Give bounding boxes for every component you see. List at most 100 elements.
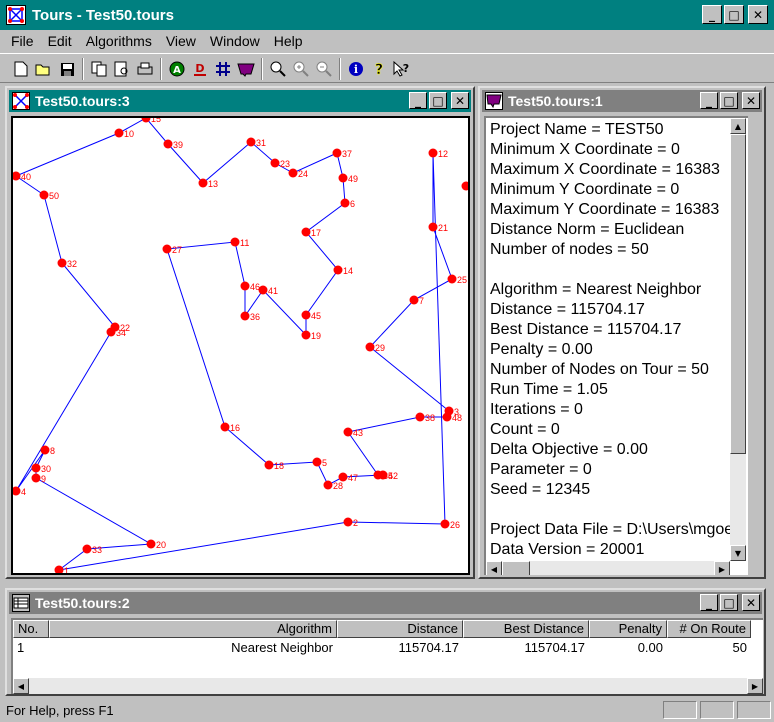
menu-help[interactable]: Help (267, 33, 310, 49)
plot-window-icon[interactable] (12, 92, 30, 110)
menu-algorithms[interactable]: Algorithms (79, 33, 159, 49)
print-icon[interactable] (134, 58, 156, 80)
plot-window[interactable]: Test50.tours:3 _ □ ✕ 1 2 3 4 5 6 7 8 9 10 11 12 13 14… (5, 86, 475, 579)
status-panel-1 (663, 701, 697, 719)
menu-help-label: Help (273, 33, 303, 49)
results-window-title-bar[interactable]: Test50.tours:2 _ □ ✕ (9, 592, 762, 614)
results-table[interactable]: No. Algorithm Distance Best Distance Pen… (11, 618, 763, 694)
svg-text:?: ? (375, 62, 383, 77)
zoom-out-icon[interactable] (313, 58, 335, 80)
tour-node-label: 2 (353, 518, 358, 528)
column-header-distance[interactable]: Distance (337, 620, 463, 638)
results-maximize-button[interactable]: □ (720, 594, 738, 611)
info-text-area[interactable]: Project Name = TEST50 Minimum X Coordinat… (484, 116, 748, 575)
tour-node-label: 6 (350, 199, 355, 209)
tour-node-label: 17 (311, 228, 321, 238)
scroll-down-arrow-icon[interactable]: ▼ (730, 545, 746, 561)
plot-close-button[interactable]: ✕ (451, 92, 469, 109)
tour-node (40, 445, 50, 455)
tour-node-label: 20 (156, 540, 166, 550)
info-maximize-button[interactable]: □ (720, 92, 738, 109)
open-icon[interactable] (33, 58, 55, 80)
tour-node-label: 41 (268, 286, 278, 296)
tour-node (301, 310, 311, 320)
menu-window[interactable]: Window (203, 33, 267, 49)
context-help-icon[interactable]: ? (391, 58, 413, 80)
plot-window-title: Test50.tours:3 (35, 93, 130, 109)
menu-edit[interactable]: Edit (41, 33, 79, 49)
column-header-no[interactable]: No. (13, 620, 49, 638)
tour-node (220, 422, 230, 432)
menu-view[interactable]: View (159, 33, 203, 49)
results-minimize-button[interactable]: _ (700, 594, 718, 611)
info-window-title-bar[interactable]: Test50.tours:1 _ □ ✕ (482, 90, 762, 112)
cell-on-route: 50 (732, 640, 747, 655)
tour-node-label: 9 (41, 474, 46, 484)
tour-node (428, 148, 438, 158)
new-icon[interactable] (10, 58, 32, 80)
table-scroll-right-arrow-icon[interactable]: ▶ (747, 678, 763, 694)
results-close-button[interactable]: ✕ (742, 594, 760, 611)
column-header-penalty[interactable]: Penalty (589, 620, 667, 638)
tour-node (270, 158, 280, 168)
column-header-on-route[interactable]: # On Route (667, 620, 751, 638)
distance-d-icon[interactable]: D (189, 58, 211, 80)
info-horizontal-scrollbar[interactable]: ◀ ▶ (486, 561, 730, 575)
info-icon[interactable]: i (345, 58, 367, 80)
menu-file[interactable]: File (4, 33, 41, 49)
column-header-algorithm[interactable]: Algorithm (49, 620, 337, 638)
tour-plot[interactable]: 1 2 3 4 5 6 7 8 9 10 11 12 13 14 15 16 17 18 19 20 21 22 23 24 2… (11, 116, 470, 575)
tour-node-label: 36 (250, 312, 260, 322)
info-line: Iterations = 0 (490, 401, 583, 418)
info-line: Project Name = TEST50 (490, 121, 664, 138)
results-window[interactable]: Test50.tours:2 _ □ ✕ No. Algorithm Dista… (5, 588, 766, 696)
tour-node-label: 10 (124, 129, 134, 139)
help-icon[interactable]: ? (368, 58, 390, 80)
menu-algorithms-label: Algorithms (85, 33, 152, 49)
tour-node-label: 15 (151, 118, 161, 124)
tour-node-label: 4 (21, 487, 26, 497)
table-horizontal-scrollbar[interactable]: ◀ ▶ (13, 678, 763, 694)
algorithm-a-icon[interactable]: A (166, 58, 188, 80)
info-window[interactable]: Test50.tours:1 _ □ ✕ Project Name = TEST… (478, 86, 766, 579)
route-icon[interactable] (235, 58, 257, 80)
maximize-button[interactable]: □ (724, 5, 744, 24)
zoom-in-icon[interactable] (290, 58, 312, 80)
close-button[interactable]: ✕ (748, 5, 768, 24)
tour-node-label: 27 (172, 245, 182, 255)
tour-node-label: 42 (388, 471, 398, 481)
table-row[interactable]: 1 Nearest Neighbor 115704.17 115704.17 0… (13, 640, 751, 658)
scroll-thumb[interactable] (730, 134, 746, 454)
hscroll-thumb[interactable] (502, 561, 530, 575)
copy-icon[interactable] (88, 58, 110, 80)
info-vertical-scrollbar[interactable]: ▲ ▼ (730, 118, 746, 561)
info-close-button[interactable]: ✕ (742, 92, 760, 109)
tour-node-label: 48 (452, 413, 462, 423)
grid-icon[interactable] (212, 58, 234, 80)
svg-text:A: A (173, 65, 181, 76)
tour-node-label: 26 (450, 520, 460, 530)
info-line: Algorithm = Nearest Neighbor (490, 281, 702, 298)
results-window-icon[interactable] (12, 594, 30, 612)
scroll-up-arrow-icon[interactable]: ▲ (730, 118, 746, 134)
scroll-left-arrow-icon[interactable]: ◀ (486, 561, 502, 575)
app-tours-icon[interactable] (6, 5, 26, 25)
tour-node (162, 244, 172, 254)
tour-node-label: 24 (298, 169, 308, 179)
print-preview-icon[interactable] (111, 58, 133, 80)
plot-minimize-button[interactable]: _ (409, 92, 427, 109)
menu-edit-label: Edit (47, 33, 72, 49)
save-icon[interactable] (56, 58, 78, 80)
tour-node-label: 1 (64, 566, 69, 575)
column-header-best-distance[interactable]: Best Distance (463, 620, 589, 638)
zoom-icon[interactable] (267, 58, 289, 80)
tour-node-label: 40 (21, 172, 31, 182)
info-line: Seed = 12345 (490, 481, 591, 498)
info-window-icon[interactable] (485, 92, 503, 110)
scroll-right-arrow-icon[interactable]: ▶ (714, 561, 730, 575)
minimize-button[interactable]: _ (702, 5, 722, 24)
plot-maximize-button[interactable]: □ (429, 92, 447, 109)
table-scroll-left-arrow-icon[interactable]: ◀ (13, 678, 29, 694)
plot-window-title-bar[interactable]: Test50.tours:3 _ □ ✕ (9, 90, 471, 112)
info-minimize-button[interactable]: _ (700, 92, 718, 109)
